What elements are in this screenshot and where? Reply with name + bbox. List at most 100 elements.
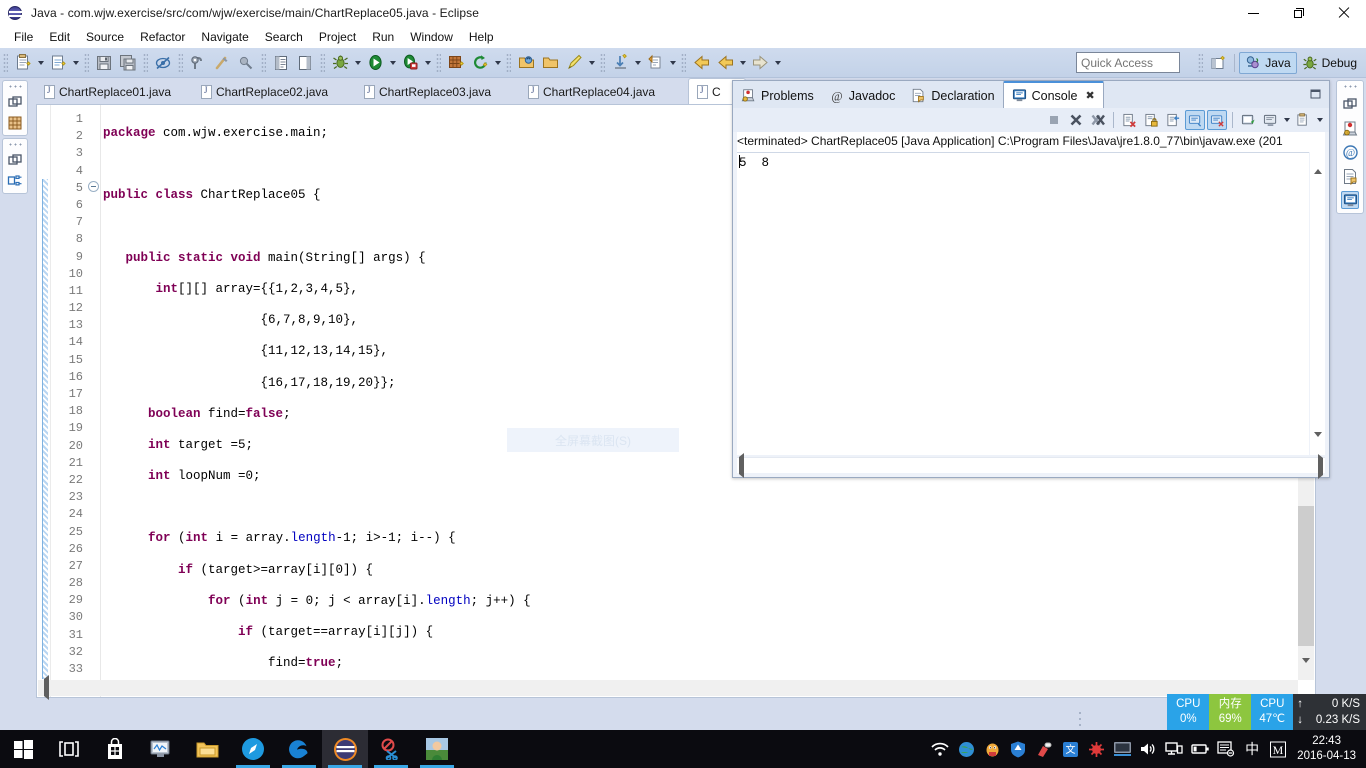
volume-icon[interactable] bbox=[1135, 730, 1161, 768]
show-console-on-output-icon[interactable] bbox=[1185, 110, 1205, 130]
refresh-icon[interactable] bbox=[469, 52, 491, 74]
scroll-lock-icon[interactable] bbox=[1141, 110, 1161, 130]
toggle-layout-icon[interactable] bbox=[294, 52, 316, 74]
console-vertical-scrollbar[interactable] bbox=[1310, 152, 1325, 455]
back-icon[interactable] bbox=[690, 52, 712, 74]
search-dropdown-icon[interactable] bbox=[586, 52, 597, 74]
close-icon[interactable]: ✖ bbox=[1085, 89, 1094, 102]
qq-icon[interactable] bbox=[979, 730, 1005, 768]
restore-icon[interactable] bbox=[7, 94, 23, 110]
scroll-left-icon[interactable] bbox=[38, 680, 54, 696]
editor-horizontal-scrollbar[interactable] bbox=[38, 680, 1298, 696]
new-java-class-dropdown-icon[interactable] bbox=[70, 52, 81, 74]
forward-dropdown-icon[interactable] bbox=[772, 52, 783, 74]
menu-navigate[interactable]: Navigate bbox=[193, 28, 256, 46]
display-selected-console-dropdown-icon[interactable] bbox=[1281, 109, 1292, 131]
scroll-up-icon[interactable] bbox=[1314, 152, 1322, 170]
restore-view-icon-2[interactable] bbox=[8, 142, 22, 147]
toggle-view-icon[interactable] bbox=[270, 52, 292, 74]
fold-collapse-icon[interactable] bbox=[88, 181, 99, 192]
run-coverage-icon[interactable] bbox=[399, 52, 421, 74]
scroll-down-icon[interactable] bbox=[1298, 664, 1314, 680]
open-perspective-icon[interactable] bbox=[1207, 52, 1229, 74]
minimize-button[interactable] bbox=[1231, 0, 1276, 26]
photo-button[interactable] bbox=[414, 730, 460, 768]
toolbar-grip-2[interactable] bbox=[84, 52, 89, 73]
menu-window[interactable]: Window bbox=[402, 28, 461, 46]
shield-icon[interactable] bbox=[1005, 730, 1031, 768]
scroll-left-icon[interactable] bbox=[739, 457, 744, 475]
menu-refactor[interactable]: Refactor bbox=[132, 28, 193, 46]
previous-edit-icon[interactable] bbox=[644, 52, 666, 74]
view-tab-declaration[interactable]: Declaration bbox=[903, 83, 1002, 108]
word-wrap-icon[interactable] bbox=[1163, 110, 1183, 130]
new-java-project-icon[interactable] bbox=[445, 52, 467, 74]
link-editor-icon[interactable] bbox=[211, 52, 233, 74]
debug-icon[interactable] bbox=[329, 52, 351, 74]
show-console-on-error-icon[interactable] bbox=[1207, 110, 1227, 130]
open-console-dropdown-icon[interactable] bbox=[1314, 109, 1325, 131]
restore-icon-2[interactable] bbox=[7, 152, 23, 168]
task-view-button[interactable] bbox=[46, 730, 92, 768]
pin-console-icon[interactable] bbox=[1238, 110, 1258, 130]
forward-icon[interactable] bbox=[749, 52, 771, 74]
menu-edit[interactable]: Edit bbox=[41, 28, 78, 46]
cleaner-icon[interactable] bbox=[1031, 730, 1057, 768]
new-java-class-icon[interactable] bbox=[47, 52, 69, 74]
display-selected-console-icon[interactable] bbox=[1260, 110, 1280, 130]
maximize-button[interactable] bbox=[1276, 0, 1321, 26]
scroll-down-icon[interactable] bbox=[1314, 437, 1322, 455]
next-annotation-icon[interactable] bbox=[609, 52, 631, 74]
editor-folding-ruler[interactable] bbox=[87, 105, 101, 697]
toolbar-grip-6[interactable] bbox=[320, 52, 325, 73]
perspective-java-button[interactable]: Java bbox=[1239, 52, 1297, 74]
menu-search[interactable]: Search bbox=[257, 28, 311, 46]
start-button[interactable] bbox=[0, 730, 46, 768]
toolbar-grip-9[interactable] bbox=[600, 52, 605, 73]
debug-dropdown-icon[interactable] bbox=[352, 52, 363, 74]
network-icon[interactable] bbox=[1161, 730, 1187, 768]
view-tab-problems[interactable]: Problems bbox=[733, 83, 822, 108]
scroll-thumb[interactable] bbox=[1298, 506, 1314, 646]
screen-icon[interactable] bbox=[1109, 730, 1135, 768]
console-output[interactable]: 5 8 bbox=[737, 152, 1309, 455]
toggle-mark-occurrences-icon[interactable] bbox=[187, 52, 209, 74]
perspective-grip[interactable] bbox=[1198, 53, 1204, 73]
editor-tab-chartreplace02[interactable]: ChartReplace02.java bbox=[193, 80, 356, 104]
globe-icon[interactable] bbox=[953, 730, 979, 768]
file-explorer-button[interactable] bbox=[184, 730, 230, 768]
menu-help[interactable]: Help bbox=[461, 28, 502, 46]
terminate-icon[interactable] bbox=[1044, 110, 1064, 130]
outline-view-icon[interactable] bbox=[7, 173, 23, 189]
editor-tab-chartreplace01[interactable]: ChartReplace01.java bbox=[36, 80, 193, 104]
perspective-debug-button[interactable]: Debug bbox=[1297, 52, 1362, 74]
quick-access-input[interactable] bbox=[1076, 52, 1180, 73]
skip-breakpoints-icon[interactable] bbox=[152, 52, 174, 74]
previous-edit-dropdown-icon[interactable] bbox=[667, 52, 678, 74]
restore-view-icon-3[interactable] bbox=[1343, 84, 1357, 89]
editor-tab-chartreplace03[interactable]: ChartReplace03.java bbox=[356, 80, 520, 104]
menu-file[interactable]: File bbox=[6, 28, 41, 46]
menu-source[interactable]: Source bbox=[78, 28, 132, 46]
problems-view-icon[interactable]: ! bbox=[1341, 119, 1359, 137]
restore-icon-3[interactable] bbox=[1341, 95, 1359, 113]
toolbar-grip-4[interactable] bbox=[178, 52, 183, 73]
declaration-view-icon[interactable] bbox=[1341, 167, 1359, 185]
virus-icon[interactable] bbox=[1083, 730, 1109, 768]
run-dropdown-icon[interactable] bbox=[387, 52, 398, 74]
toolbar-grip-8[interactable] bbox=[506, 52, 511, 73]
toolbar-grip-5[interactable] bbox=[261, 52, 266, 73]
restore-view-icon[interactable] bbox=[8, 84, 22, 89]
refresh-dropdown-icon[interactable] bbox=[492, 52, 503, 74]
console-view-icon[interactable] bbox=[1341, 191, 1359, 209]
close-button[interactable] bbox=[1321, 0, 1366, 26]
eclipse-button[interactable] bbox=[322, 730, 368, 768]
new-wizard-dropdown-icon[interactable] bbox=[35, 52, 46, 74]
status-bar-grip[interactable] bbox=[1078, 710, 1083, 728]
minimize-view-icon[interactable] bbox=[1309, 87, 1323, 101]
scroll-right-icon[interactable] bbox=[1318, 454, 1323, 479]
console-horizontal-scrollbar[interactable] bbox=[737, 454, 1325, 479]
editor-tab-chartreplace04[interactable]: ChartReplace04.java bbox=[520, 80, 688, 104]
next-annotation-dropdown-icon[interactable] bbox=[632, 52, 643, 74]
javadoc-view-icon[interactable]: @ bbox=[1341, 143, 1359, 161]
